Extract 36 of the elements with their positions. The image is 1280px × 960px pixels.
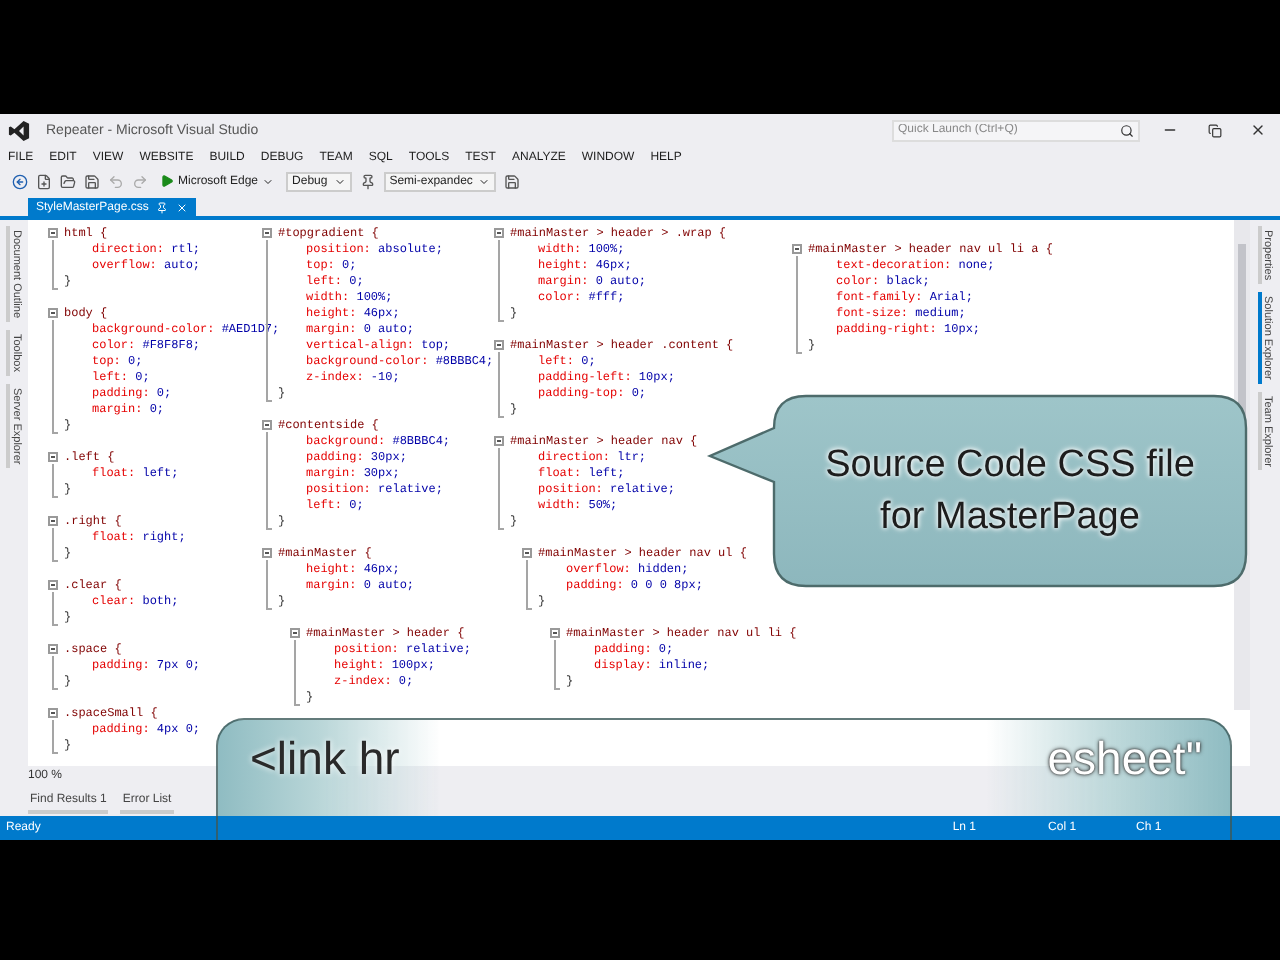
collapse-icon[interactable] [48, 580, 58, 590]
collapse-icon[interactable] [262, 228, 272, 238]
callout-text: for MasterPage [880, 493, 1140, 541]
collapse-icon[interactable] [48, 708, 58, 718]
collapse-icon[interactable] [494, 228, 504, 238]
collapse-icon[interactable] [550, 628, 560, 638]
callout-text: Source Code CSS file [825, 441, 1195, 489]
new-file-icon[interactable] [36, 173, 52, 189]
banner-text: <link hr [250, 732, 400, 786]
collapse-icon[interactable] [48, 228, 58, 238]
folder-icon[interactable] [60, 173, 76, 189]
collapse-icon[interactable] [262, 548, 272, 558]
collapse-icon[interactable] [48, 452, 58, 462]
restore-icon [1207, 123, 1221, 137]
collapse-icon[interactable] [494, 340, 504, 350]
pin-icon[interactable] [156, 201, 169, 213]
back-icon[interactable] [12, 173, 28, 189]
collapse-icon[interactable] [48, 516, 58, 526]
play-icon [160, 174, 174, 188]
pin-icon[interactable] [359, 173, 376, 189]
caret-icon [478, 175, 491, 187]
banner-text: esheet" [1047, 732, 1202, 786]
collapse-icon[interactable] [262, 420, 272, 430]
save-icon[interactable] [504, 173, 521, 189]
caret-icon [333, 175, 346, 187]
close-icon[interactable] [176, 201, 189, 213]
collapse-icon[interactable] [48, 644, 58, 654]
logo-icon [8, 119, 30, 141]
collapse-icon[interactable] [792, 244, 802, 254]
collapse-icon[interactable] [48, 308, 58, 318]
caret-icon [262, 175, 275, 187]
close-icon [1250, 122, 1266, 138]
collapse-icon[interactable] [494, 436, 504, 446]
collapse-icon[interactable] [522, 548, 532, 558]
collapse-icon[interactable] [290, 628, 300, 638]
save-icon[interactable] [84, 173, 100, 189]
